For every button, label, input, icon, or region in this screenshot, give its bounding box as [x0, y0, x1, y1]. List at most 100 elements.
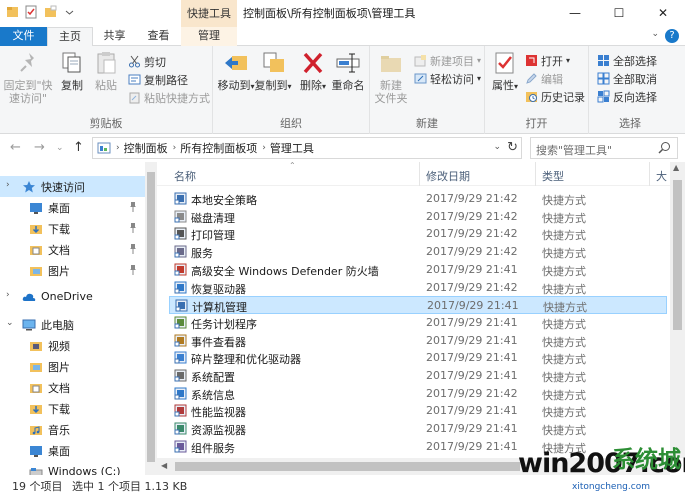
column-header-name[interactable]: 名称 [174, 168, 196, 184]
file-list-hscrollbar[interactable]: ◀ [157, 458, 670, 475]
edit-button[interactable]: 编辑 [525, 70, 563, 87]
nav-item-documents[interactable]: 文档 [0, 239, 145, 260]
breadcrumb-separator[interactable]: › [116, 143, 120, 153]
nav-item-downloads-pc[interactable]: 下载 [0, 398, 145, 419]
nav-item-music[interactable]: 音乐 [0, 419, 145, 440]
properties-icon[interactable] [25, 5, 38, 19]
address-dropdown-icon[interactable]: ⌄ [493, 142, 501, 152]
table-row[interactable]: 资源监视器 2017/9/29 21:41 快捷方式 [169, 420, 667, 438]
up-arrow-icon[interactable]: ↑ [73, 140, 84, 155]
refresh-icon[interactable]: ↻ [507, 140, 518, 155]
pin-icon[interactable] [129, 243, 137, 254]
collapse-ribbon-icon[interactable]: ⌄ [651, 29, 659, 39]
recent-chevron-icon[interactable]: ⌄ [56, 143, 64, 153]
table-row[interactable]: 高级安全 Windows Defender 防火墙 2017/9/29 21:41… [169, 261, 667, 279]
breadcrumb-separator[interactable]: › [173, 143, 177, 153]
column-header-type[interactable]: 类型 [542, 168, 564, 184]
scroll-up-icon[interactable]: ▲ [673, 163, 679, 172]
paste-shortcut-button[interactable]: 粘贴快捷方式 [128, 89, 210, 106]
search-input[interactable]: 搜索"管理工具" [530, 137, 678, 159]
pin-icon[interactable] [129, 264, 137, 275]
file-list-scrollbar[interactable]: ▲ [670, 162, 685, 458]
open-button[interactable]: 打开 ▾ [525, 52, 570, 69]
expand-chevron-icon[interactable]: ⌄ [6, 318, 14, 328]
paste-button[interactable]: 粘贴 [90, 50, 122, 92]
nav-item-documents-pc[interactable]: 文档 [0, 377, 145, 398]
shortcut-icon [174, 387, 187, 400]
new-folder-button[interactable]: 新建 文件夹 [372, 50, 410, 105]
table-row[interactable]: 打印管理 2017/9/29 21:42 快捷方式 [169, 225, 667, 243]
tab-view[interactable]: 查看 [136, 27, 181, 46]
properties-button[interactable]: 属性▾ [489, 50, 521, 93]
new-item-button[interactable]: 新建项目 ▾ [414, 52, 481, 69]
nav-scrollbar[interactable] [145, 162, 157, 475]
invert-selection-button[interactable]: 反向选择 [597, 88, 657, 105]
pin-icon[interactable] [129, 222, 137, 233]
column-header-size[interactable]: 大 [656, 168, 667, 184]
rename-button[interactable]: 重命名 [329, 50, 367, 92]
nav-item-desktop-pc[interactable]: 桌面 [0, 440, 145, 461]
help-icon[interactable]: ? [665, 29, 679, 43]
delete-button[interactable]: 删除▾ [297, 50, 329, 93]
table-row[interactable]: 服务 2017/9/29 21:42 快捷方式 [169, 243, 667, 261]
minimize-button[interactable]: — [553, 0, 597, 27]
select-all-button[interactable]: 全部选择 [597, 52, 657, 69]
back-arrow-icon[interactable]: ← [10, 140, 21, 155]
breadcrumb-all-items[interactable]: 所有控制面板项 [180, 140, 257, 156]
maximize-button[interactable]: ☐ [597, 0, 641, 27]
close-button[interactable]: ✕ [641, 0, 685, 27]
nav-item-drive-c[interactable]: Windows (C:) [0, 461, 145, 475]
table-row[interactable]: 任务计划程序 2017/9/29 21:41 快捷方式 [169, 314, 667, 332]
file-list-scrollbar-thumb[interactable] [673, 180, 682, 330]
pin-icon[interactable] [129, 201, 137, 212]
move-to-button[interactable]: 移动到▾ [217, 50, 255, 93]
breadcrumb-admin-tools[interactable]: 管理工具 [270, 140, 314, 156]
breadcrumb-separator[interactable]: › [262, 143, 266, 153]
easy-access-button[interactable]: 轻松访问 ▾ [414, 70, 481, 87]
table-row[interactable]: 系统信息 2017/9/29 21:42 快捷方式 [169, 385, 667, 403]
select-all-icon [598, 55, 609, 66]
expand-chevron-icon[interactable]: › [6, 180, 10, 190]
column-divider[interactable] [535, 162, 536, 186]
table-row[interactable]: 计算机管理 2017/9/29 21:41 快捷方式 [169, 296, 667, 315]
table-row[interactable]: 本地安全策略 2017/9/29 21:42 快捷方式 [169, 190, 667, 208]
nav-item-this-pc[interactable]: ⌄ 此电脑 [0, 314, 145, 335]
copy-path-button[interactable]: 复制路径 [128, 71, 188, 88]
column-divider[interactable] [649, 162, 650, 186]
cut-button[interactable]: 剪切 [128, 53, 166, 70]
nav-item-pictures-pc[interactable]: 图片 [0, 356, 145, 377]
table-row[interactable]: 事件查看器 2017/9/29 21:41 快捷方式 [169, 332, 667, 350]
chevron-down-icon[interactable] [63, 5, 76, 19]
nav-item-downloads[interactable]: 下载 [0, 218, 145, 239]
file-list-hscrollbar-thumb[interactable] [175, 462, 520, 471]
forward-arrow-icon[interactable]: → [34, 140, 45, 155]
expand-chevron-icon[interactable]: › [6, 290, 10, 300]
copy-button[interactable]: 复制 [56, 50, 88, 92]
new-folder-icon[interactable] [44, 5, 57, 19]
breadcrumb-control-panel[interactable]: 控制面板 [124, 140, 168, 156]
tab-file[interactable]: 文件 [0, 27, 47, 46]
column-header-date[interactable]: 修改日期 [426, 168, 470, 184]
tab-manage[interactable]: 管理 [181, 27, 237, 46]
nav-item-pictures[interactable]: 图片 [0, 260, 145, 281]
nav-item-desktop[interactable]: 桌面 [0, 197, 145, 218]
scroll-left-icon[interactable]: ◀ [161, 461, 167, 470]
nav-item-onedrive[interactable]: › OneDrive [0, 286, 145, 307]
nav-item-videos[interactable]: 视频 [0, 335, 145, 356]
pin-quick-access-button[interactable]: 固定到"快速访问" [2, 50, 56, 105]
history-button[interactable]: 历史记录 [525, 88, 585, 105]
tab-home[interactable]: 主页 [47, 27, 93, 47]
table-row[interactable]: 组件服务 2017/9/29 21:41 快捷方式 [169, 438, 667, 456]
column-divider[interactable] [419, 162, 420, 186]
table-row[interactable]: 磁盘清理 2017/9/29 21:42 快捷方式 [169, 208, 667, 226]
copy-to-button[interactable]: 复制到▾ [253, 50, 293, 93]
nav-scrollbar-thumb[interactable] [147, 172, 155, 462]
select-none-button[interactable]: 全部取消 [597, 70, 657, 87]
address-bar[interactable]: › 控制面板 › 所有控制面板项 › 管理工具 ⌄ ↻ [92, 137, 522, 159]
table-row[interactable]: 碎片整理和优化驱动器 2017/9/29 21:41 快捷方式 [169, 349, 667, 367]
tab-share[interactable]: 共享 [93, 27, 136, 46]
table-row[interactable]: 性能监视器 2017/9/29 21:41 快捷方式 [169, 402, 667, 420]
table-row[interactable]: 恢复驱动器 2017/9/29 21:42 快捷方式 [169, 279, 667, 297]
table-row[interactable]: 系统配置 2017/9/29 21:41 快捷方式 [169, 367, 667, 385]
nav-item-quick-access[interactable]: › 快速访问 [0, 176, 145, 197]
